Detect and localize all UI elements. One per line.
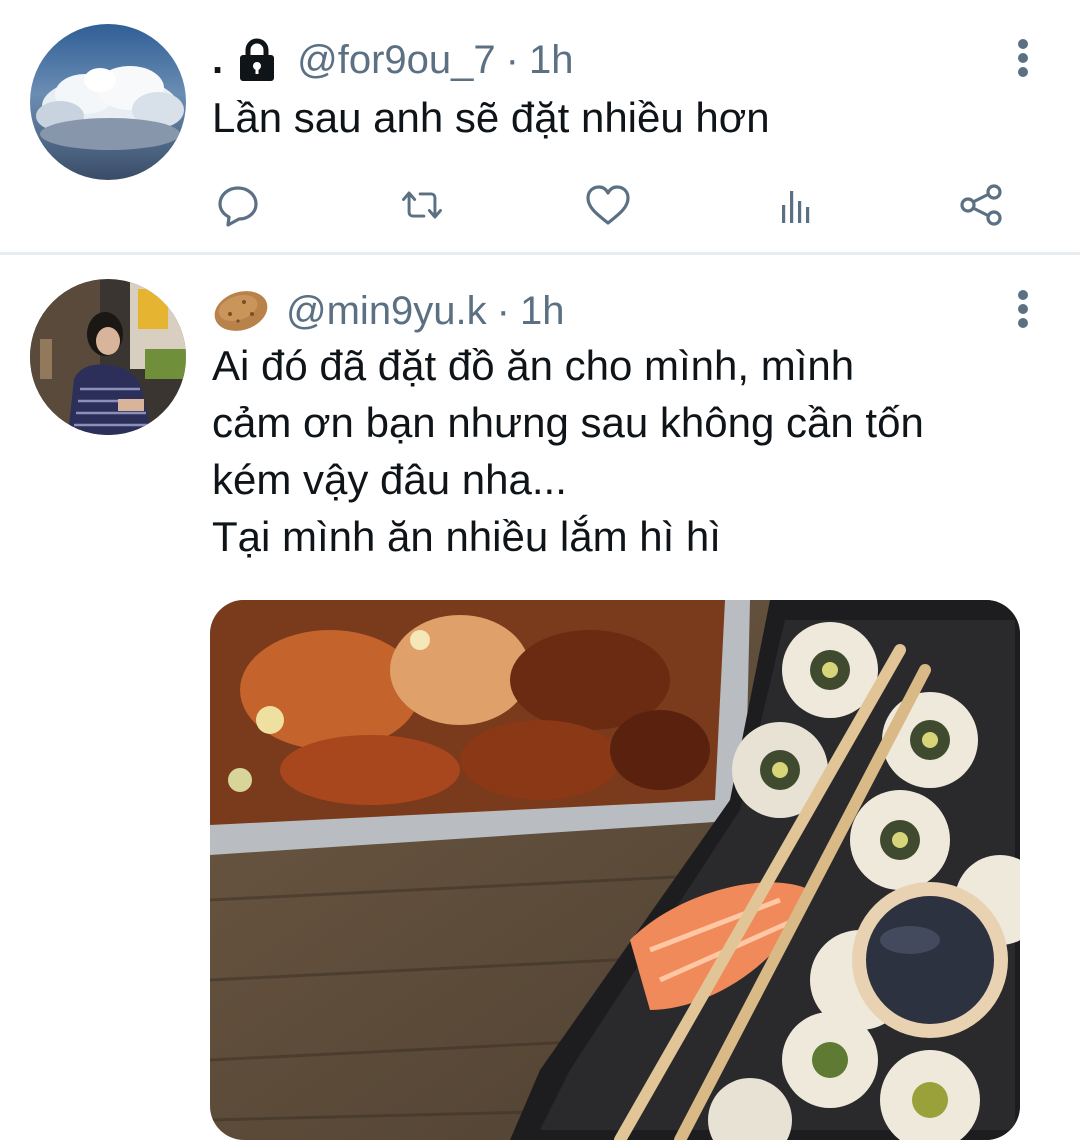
analytics-icon: [782, 191, 810, 223]
like-icon: [586, 185, 630, 225]
retweet-icon: [402, 191, 442, 219]
tweet-text: Lần sau anh sẽ đặt nhiều hơn: [212, 94, 770, 141]
tweet-actions: [212, 180, 1012, 230]
reply-button[interactable]: [214, 180, 262, 230]
potato-icon: [214, 291, 268, 331]
share-button[interactable]: [958, 180, 1006, 230]
separator: ·: [496, 288, 510, 333]
reply-icon: [218, 186, 258, 227]
analytics-button[interactable]: [772, 180, 820, 230]
sky-clouds-avatar: [30, 24, 186, 180]
share-icon: [960, 184, 1002, 226]
avatar[interactable]: [30, 279, 186, 435]
lock-icon: [240, 38, 275, 81]
more-options-icon[interactable]: [1016, 289, 1030, 329]
tweet-text: Ai đó đã đặt đồ ăn cho mình, mình cảm ơn…: [212, 342, 924, 560]
timestamp[interactable]: 1h: [520, 289, 565, 334]
handle[interactable]: @min9yu.k: [286, 289, 487, 334]
like-button[interactable]: [584, 180, 632, 230]
avatar[interactable]: [30, 24, 186, 180]
tweet-header: @min9yu.k · 1h: [212, 283, 565, 339]
timestamp[interactable]: 1h: [529, 38, 574, 83]
display-name[interactable]: .: [212, 38, 223, 83]
separator: ·: [505, 37, 519, 82]
tweet-header: . @for9ou_7 · 1h: [212, 32, 573, 88]
tweet[interactable]: . @for9ou_7 · 1h Lần sau anh sẽ đặt nhiề…: [0, 0, 1080, 252]
handle[interactable]: @for9ou_7: [297, 38, 496, 83]
tweet-media-image[interactable]: [210, 600, 1020, 1140]
tweet[interactable]: @min9yu.k · 1h Ai đó đã đặt đồ ăn cho mì…: [0, 255, 1080, 1148]
retweet-button[interactable]: [398, 180, 446, 230]
food-photo-icon: [210, 600, 1020, 1140]
person-photo-avatar: [30, 279, 186, 435]
more-options-icon[interactable]: [1016, 38, 1030, 78]
